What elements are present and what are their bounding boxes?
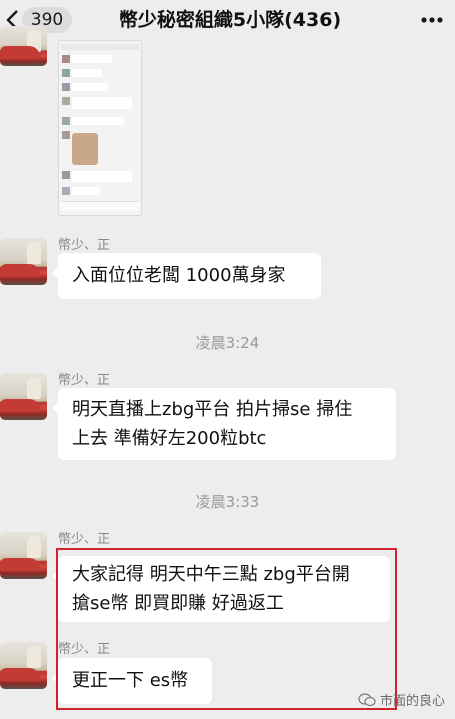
wechat-icon <box>358 692 376 706</box>
chat-header: 390 幣少秘密組織5小隊(436) <box>0 0 455 40</box>
highlight-box <box>56 548 397 710</box>
message-text: 入面位位老闆 1000萬身家 <box>72 265 286 286</box>
message-text-line: 明天直播上zbg平台 拍片掃se 掃住 <box>72 399 353 420</box>
watermark-text: 市面的良心 <box>379 694 445 709</box>
screenshot-image[interactable] <box>58 40 142 216</box>
sender-name: 幣少、正 <box>58 373 111 388</box>
chat-title: 幣少秘密組織5小隊(436) <box>118 9 342 31</box>
watermark: 市面的良心 <box>358 690 445 709</box>
avatar[interactable] <box>0 532 47 579</box>
sender-name: 幣少、正 <box>58 238 111 253</box>
sender-name: 幣少、正 <box>58 532 111 547</box>
message-text-line: 上去 準備好左200粒btc <box>72 428 267 449</box>
avatar[interactable] <box>0 26 47 66</box>
message-bubble[interactable]: 明天直播上zbg平台 拍片掃se 掃住 上去 準備好左200粒btc <box>52 388 396 460</box>
message-bubble[interactable]: 入面位位老闆 1000萬身家 <box>52 253 321 299</box>
more-dots-icon[interactable] <box>419 8 445 32</box>
avatar[interactable] <box>0 373 47 420</box>
avatar[interactable] <box>0 642 47 689</box>
timestamp: 凌晨3:33 <box>195 493 260 511</box>
avatar[interactable] <box>0 238 47 285</box>
timestamp: 凌晨3:24 <box>195 334 260 352</box>
